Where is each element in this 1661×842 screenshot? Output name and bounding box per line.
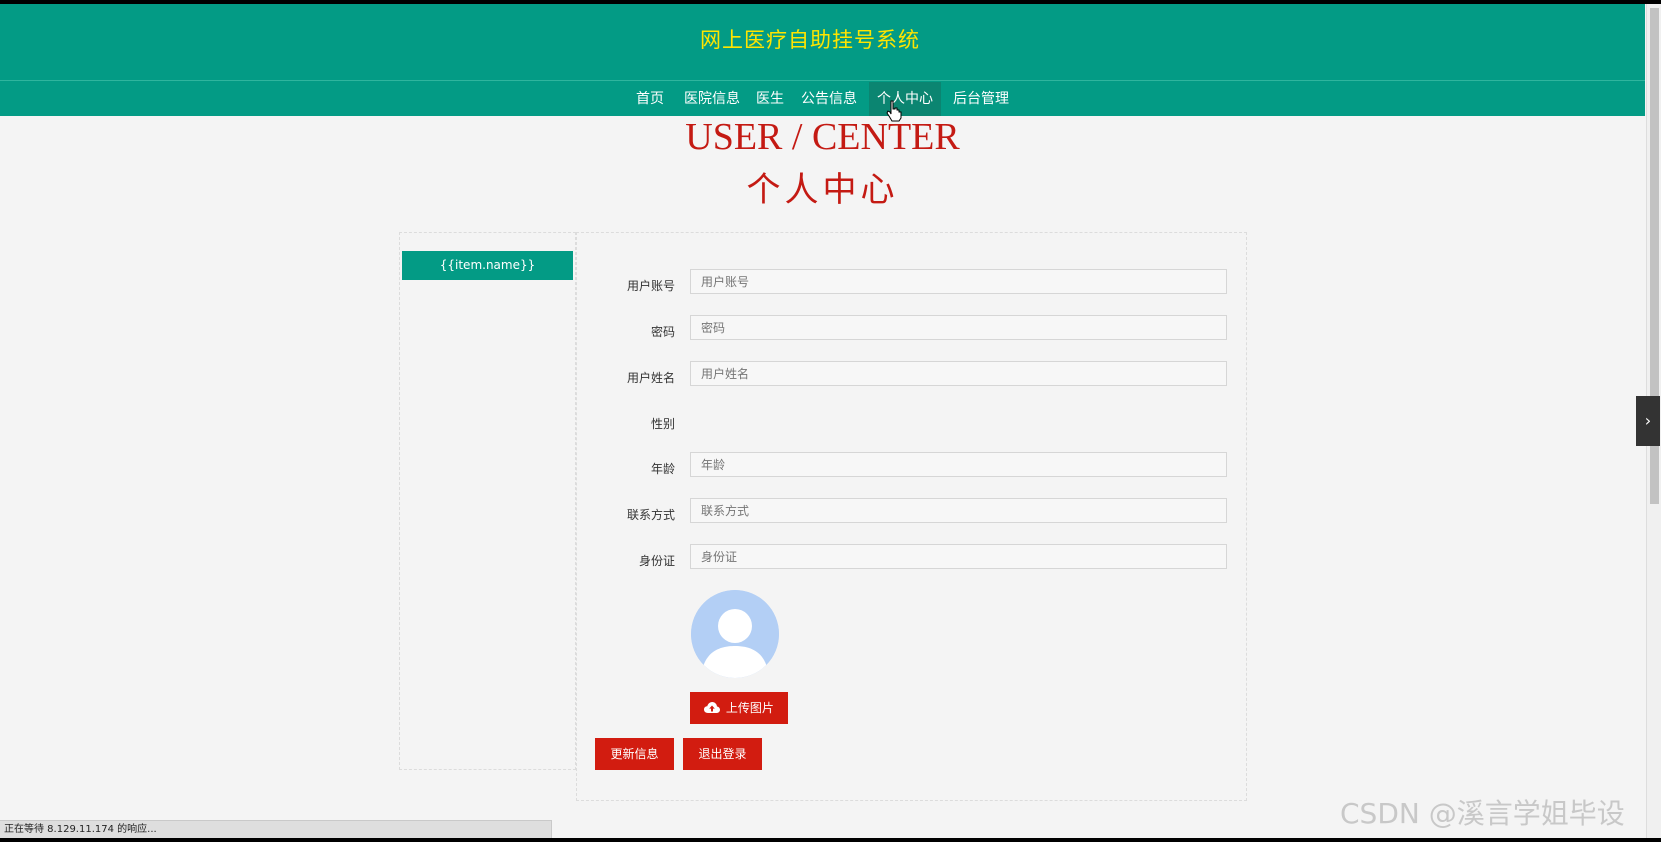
nav-admin[interactable]: 后台管理 <box>948 82 1014 116</box>
nav-announcements[interactable]: 公告信息 <box>797 82 861 116</box>
nav-divider <box>0 80 1645 81</box>
cloud-upload-icon <box>704 702 721 713</box>
site-header: 网上医疗自助挂号系统 首页 医院信息 医生 公告信息 个人中心 后台管理 <box>0 4 1645 116</box>
nav-doctors[interactable]: 医生 <box>752 82 788 116</box>
nav-home[interactable]: 首页 <box>630 82 670 116</box>
site-title: 网上医疗自助挂号系统 <box>700 28 920 52</box>
age-label: 年龄 <box>650 462 675 476</box>
user-avatar-icon <box>691 590 779 678</box>
id-card-label: 身份证 <box>638 554 675 568</box>
watermark: CSDN @溪言学姐毕设 <box>1340 797 1625 830</box>
contact-input[interactable] <box>690 498 1227 523</box>
nav-user-center[interactable]: 个人中心 <box>869 82 941 116</box>
upload-image-button[interactable]: 上传图片 <box>690 692 788 724</box>
realname-input[interactable] <box>690 361 1227 386</box>
page-heading-cn: 个人中心 <box>746 170 899 210</box>
page-heading-en: USER / CENTER <box>685 116 960 158</box>
nav-hospital-info[interactable]: 医院信息 <box>680 82 744 116</box>
username-label: 用户账号 <box>626 279 675 293</box>
contact-label: 联系方式 <box>626 508 675 522</box>
logout-button[interactable]: 退出登录 <box>683 738 762 770</box>
main-nav: 首页 医院信息 医生 公告信息 个人中心 后台管理 <box>0 82 1645 116</box>
age-input[interactable] <box>690 452 1227 477</box>
id-card-input[interactable] <box>690 544 1227 569</box>
sidebar-item[interactable]: {{item.name}} <box>402 251 573 280</box>
update-info-button[interactable]: 更新信息 <box>595 738 674 770</box>
username-input[interactable] <box>690 269 1227 294</box>
password-label: 密码 <box>650 325 675 339</box>
screen-border-bottom <box>0 838 1661 842</box>
browser-status-bar: 正在等待 8.129.11.174 的响应... <box>0 820 552 838</box>
sidebar-menu: {{item.name}} <box>399 232 576 770</box>
gender-label: 性别 <box>650 417 675 431</box>
chevron-right-icon[interactable]: › <box>1636 396 1660 446</box>
upload-image-label: 上传图片 <box>725 701 774 715</box>
realname-label: 用户姓名 <box>626 371 675 385</box>
password-input[interactable] <box>690 315 1227 340</box>
avatar <box>691 590 779 678</box>
